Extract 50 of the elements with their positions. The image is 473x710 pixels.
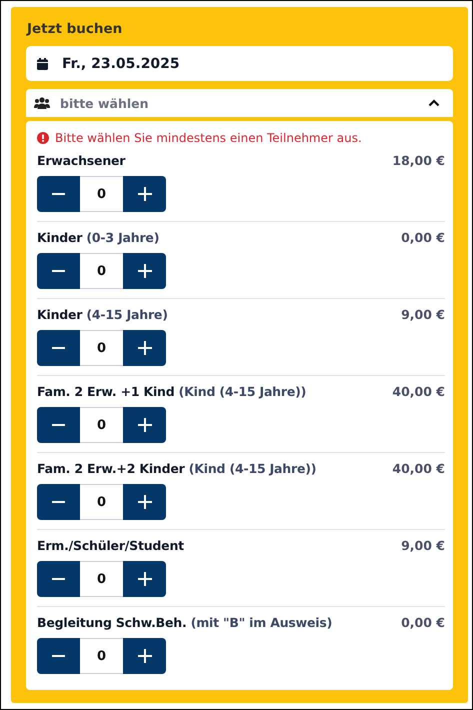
minus-icon bbox=[52, 270, 65, 272]
ticket-name: Erwachsener bbox=[37, 153, 126, 168]
date-field[interactable]: Fr., 23.05.2025 bbox=[26, 46, 453, 81]
ticket-name: Fam. 2 Erw.+2 Kinder (Kind (4-15 Jahre)) bbox=[37, 461, 316, 476]
ticket-price: 40,00 € bbox=[392, 461, 445, 476]
increment-button[interactable] bbox=[123, 253, 166, 289]
decrement-button[interactable] bbox=[37, 253, 80, 289]
increment-button[interactable] bbox=[123, 330, 166, 366]
minus-icon bbox=[52, 655, 65, 657]
plus-icon bbox=[138, 187, 152, 201]
increment-button[interactable] bbox=[123, 561, 166, 597]
panel-heading: Jetzt buchen bbox=[27, 21, 124, 37]
decrement-button[interactable] bbox=[37, 176, 80, 212]
ticket-name: Begleitung Schw.Beh. (mit "B" im Ausweis) bbox=[37, 615, 332, 630]
minus-icon bbox=[52, 501, 65, 503]
ticket-price: 0,00 € bbox=[401, 230, 445, 245]
ticket-price: 40,00 € bbox=[392, 384, 445, 399]
ticket-name: Erm./Schüler/Student bbox=[37, 538, 184, 553]
error-message: Bitte wählen Sie mindestens einen Teilnehmer aus. bbox=[55, 131, 362, 145]
ticket-name: Kinder (4-15 Jahre) bbox=[37, 307, 168, 322]
participants-dropdown[interactable]: bitte wählen bbox=[26, 89, 453, 117]
decrement-button[interactable] bbox=[37, 638, 80, 674]
increment-button[interactable] bbox=[123, 176, 166, 212]
plus-icon bbox=[138, 649, 152, 663]
minus-icon bbox=[52, 193, 65, 195]
decrement-button[interactable] bbox=[37, 407, 80, 443]
ticket-price: 9,00 € bbox=[401, 538, 445, 553]
alert-icon bbox=[37, 132, 49, 144]
ticket-price: 0,00 € bbox=[401, 615, 445, 630]
ticket-name: Fam. 2 Erw. +1 Kind (Kind (4-15 Jahre)) bbox=[37, 384, 306, 399]
plus-icon bbox=[138, 495, 152, 509]
decrement-button[interactable] bbox=[37, 330, 80, 366]
minus-icon bbox=[52, 424, 65, 426]
chevron-icon bbox=[428, 99, 440, 107]
increment-button[interactable] bbox=[123, 407, 166, 443]
ticket-price: 9,00 € bbox=[401, 307, 445, 322]
increment-button[interactable] bbox=[123, 638, 166, 674]
decrement-button[interactable] bbox=[37, 484, 80, 520]
ticket-price: 18,00 € bbox=[392, 153, 445, 168]
plus-icon bbox=[138, 418, 152, 432]
minus-icon bbox=[52, 578, 65, 580]
minus-icon bbox=[52, 347, 65, 349]
calendar-icon bbox=[37, 58, 48, 70]
plus-icon bbox=[138, 341, 152, 355]
ticket-name: Kinder (0-3 Jahre) bbox=[37, 230, 160, 245]
users-icon bbox=[34, 97, 50, 109]
plus-icon bbox=[138, 572, 152, 586]
plus-icon bbox=[138, 264, 152, 278]
increment-button[interactable] bbox=[123, 484, 166, 520]
decrement-button[interactable] bbox=[37, 561, 80, 597]
